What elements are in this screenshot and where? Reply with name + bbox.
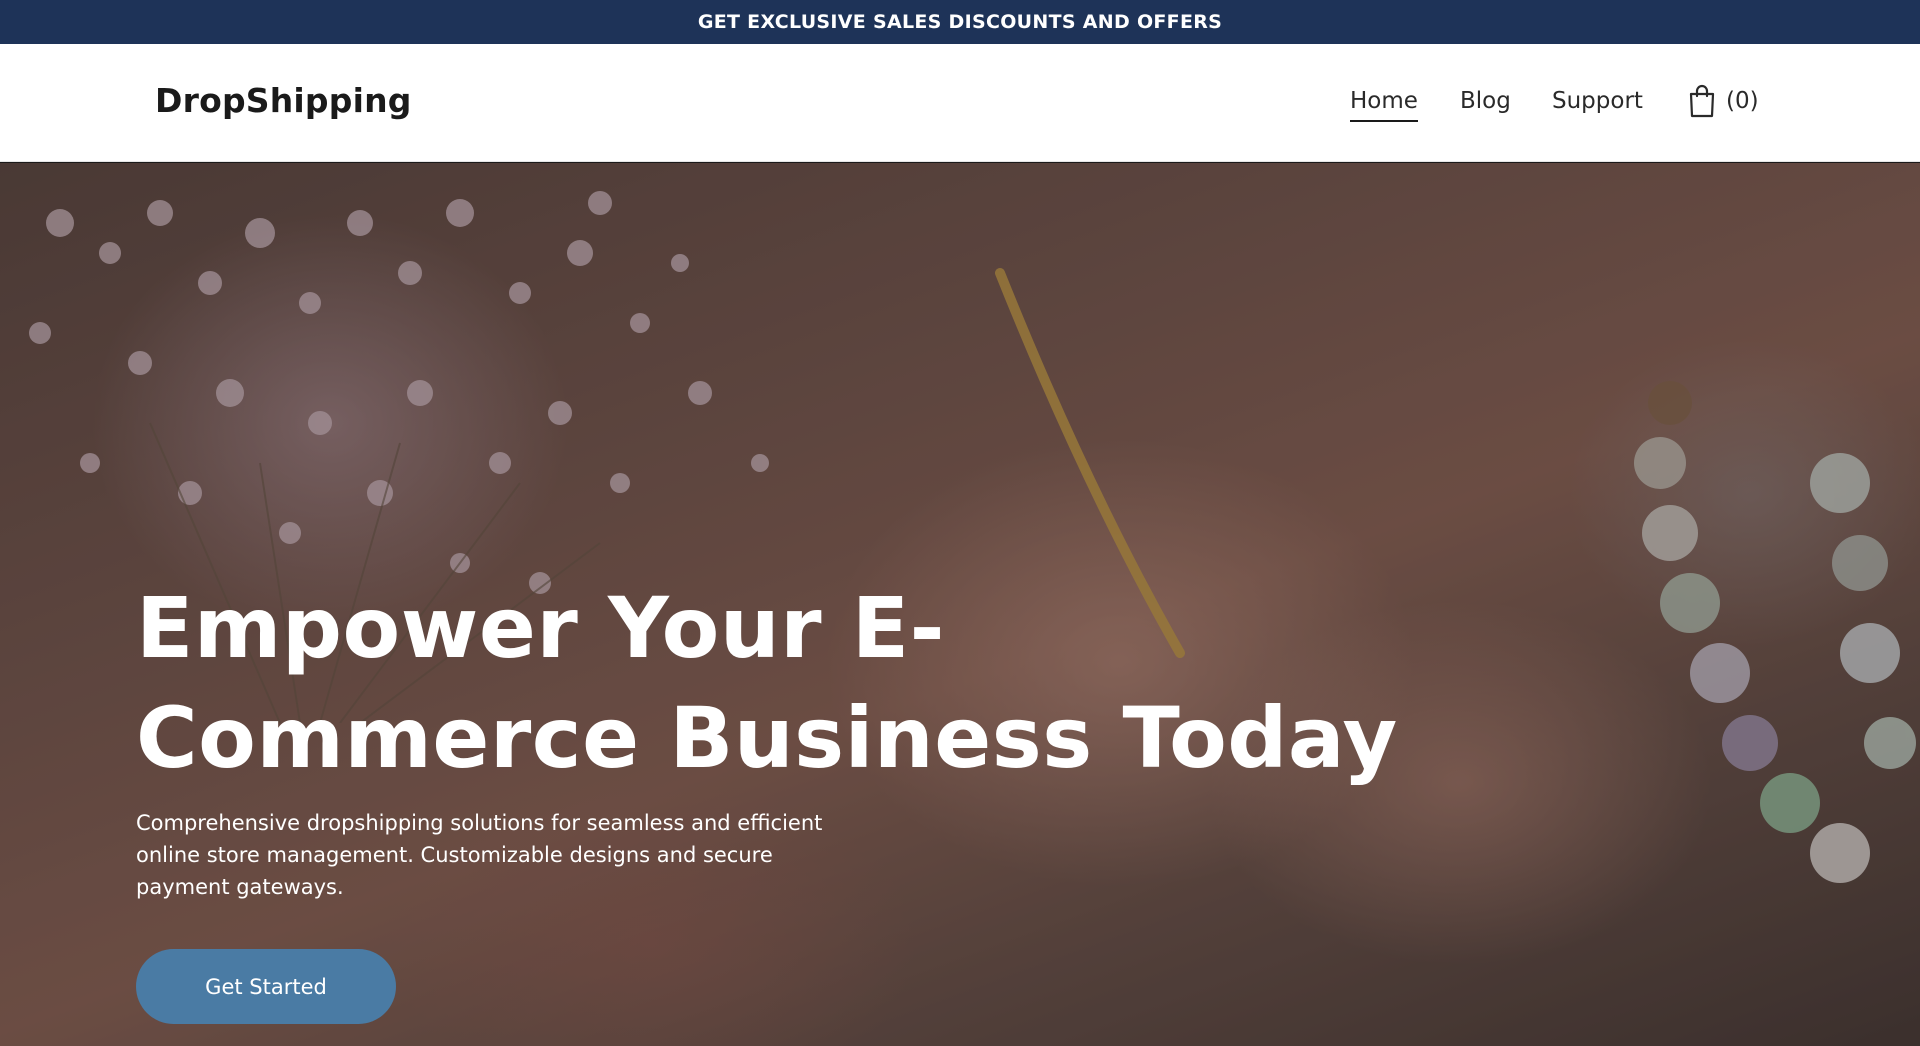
announcement-text: GET EXCLUSIVE SALES DISCOUNTS AND OFFERS: [697, 11, 1223, 33]
hero-subtitle: Comprehensive dropshipping solutions for…: [136, 811, 823, 899]
announcement-bar: GET EXCLUSIVE SALES DISCOUNTS AND OFFERS: [0, 0, 1920, 44]
hero-title: Empower Your E- Commerce Business Today: [136, 573, 1416, 793]
cart-button[interactable]: (0): [1688, 84, 1759, 118]
nav-home-link[interactable]: Home: [1350, 88, 1418, 122]
hero-title-line-1: Empower Your E-: [136, 579, 946, 677]
site-header: DropShipping Home Blog Support (0): [0, 44, 1920, 162]
get-started-button[interactable]: Get Started: [136, 949, 396, 1024]
shopping-bag-icon: [1688, 84, 1716, 118]
hero-section: Empower Your E- Commerce Business Today …: [0, 163, 1920, 1046]
nav-support-link[interactable]: Support: [1552, 88, 1643, 114]
cart-count: (0): [1726, 88, 1759, 114]
site-logo[interactable]: DropShipping: [155, 81, 412, 120]
nav-blog-link[interactable]: Blog: [1460, 88, 1511, 114]
hero-title-line-2: Commerce Business Today: [136, 689, 1398, 787]
